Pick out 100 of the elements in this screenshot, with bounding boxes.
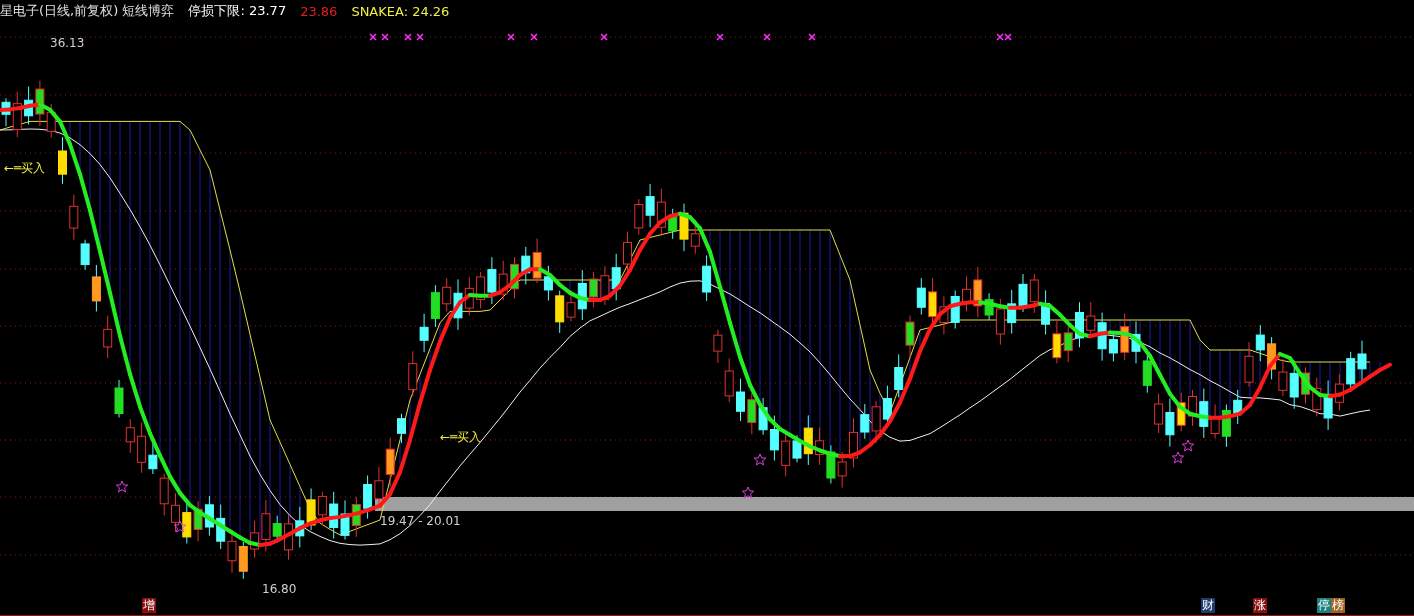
candlestick [724,357,734,403]
candlestick [939,295,949,335]
candlestick [1221,404,1231,448]
candlestick [1176,392,1186,432]
candlestick [1154,393,1164,434]
candlestick [1255,324,1265,362]
candlestick [24,86,34,125]
candlestick [1075,301,1084,348]
candlestick [171,492,180,533]
candlestick [1312,377,1322,417]
price-label: 16.80 [262,582,297,596]
candlestick [611,253,621,301]
shortcut-tag[interactable]: 涨 [1253,598,1267,613]
candlestick [487,256,497,305]
cross-marker-icon [716,33,724,41]
candlestick [815,427,825,466]
candlestick [1142,354,1152,394]
candlestick [58,136,67,185]
candlestick [204,495,214,537]
candlestick [397,413,406,444]
candlestick [747,392,757,435]
candlestick [103,315,113,359]
candlestick [159,473,169,516]
candlestick [238,541,248,580]
candlestick [114,379,124,418]
candlestick [430,284,440,328]
candlestick [1007,289,1017,335]
indicator-value: 23.86 [300,3,338,19]
candlestick [363,475,373,520]
candlestick [1267,336,1277,380]
indicator-value: 停损下限: 23.77 [188,2,287,20]
candlestick [35,80,45,127]
candlestick [1120,313,1130,361]
candlestick [284,514,293,561]
chart-title: 星电子(日线,前复权) 短线博弈 [0,2,175,20]
candlestick [600,265,610,306]
candlestick [46,103,56,139]
candlestick [1334,373,1344,412]
star-icon [741,486,755,499]
candlestick [837,451,847,489]
cross-marker-icon [530,33,538,41]
price-label: 36.13 [50,36,85,50]
candlestick [645,183,655,228]
candlestick [476,271,486,309]
shortcut-tag[interactable]: 增 [142,598,156,613]
candlestick [329,491,339,540]
star-icon [173,520,187,533]
cross-marker-icon [381,33,389,41]
star-icon [1181,439,1195,452]
candlestick [950,290,960,330]
candlestick [306,487,316,531]
candlestick [849,417,858,468]
candlestick [1323,379,1333,431]
candlestick [1199,388,1209,439]
candlestick [826,444,836,484]
star-icon [753,453,767,466]
candlestick [1018,273,1028,313]
candlestick [193,500,203,542]
candlestick [860,403,870,440]
candlestick [713,329,723,364]
candlestick [351,496,361,538]
candlestick [962,275,971,312]
cross-marker-icon [763,33,771,41]
cross-marker-icon [369,33,377,41]
candlestick [589,271,599,308]
candlestick [1041,289,1051,335]
candlestick [317,491,327,526]
candlestick [216,504,226,550]
candlestick [1029,273,1039,314]
candlestick [464,276,474,317]
candlestick [125,418,135,454]
candlestick [1188,389,1197,427]
candlestick [1165,397,1175,448]
candlestick [340,499,350,540]
candlestick [905,315,915,358]
shortcut-tag[interactable]: 财 [1201,598,1215,613]
candlestick [555,290,565,334]
candlestick [916,277,926,316]
candlestick [656,188,666,237]
cross-marker-icon [404,33,412,41]
candlestick [419,313,429,353]
candlestick [498,260,508,301]
candlestick [374,466,384,505]
candlestick [1278,358,1288,397]
candlestick [408,350,418,397]
candlestick [702,254,712,302]
cross-marker-icon [507,33,515,41]
candlestick [1063,326,1073,363]
cross-marker-icon [600,33,608,41]
buy-signal-label: ←═买入 [440,430,482,444]
candlestick [385,437,395,487]
candlestick [250,520,260,559]
candlestick [871,400,881,444]
candlestick [521,246,531,285]
star-icon [1171,451,1185,464]
candlestick [532,237,542,284]
candlestick [1131,320,1141,364]
cross-marker-icon [808,33,816,41]
candlestick [1244,341,1254,388]
price-label: 19.47 - 20.01 [380,514,461,528]
